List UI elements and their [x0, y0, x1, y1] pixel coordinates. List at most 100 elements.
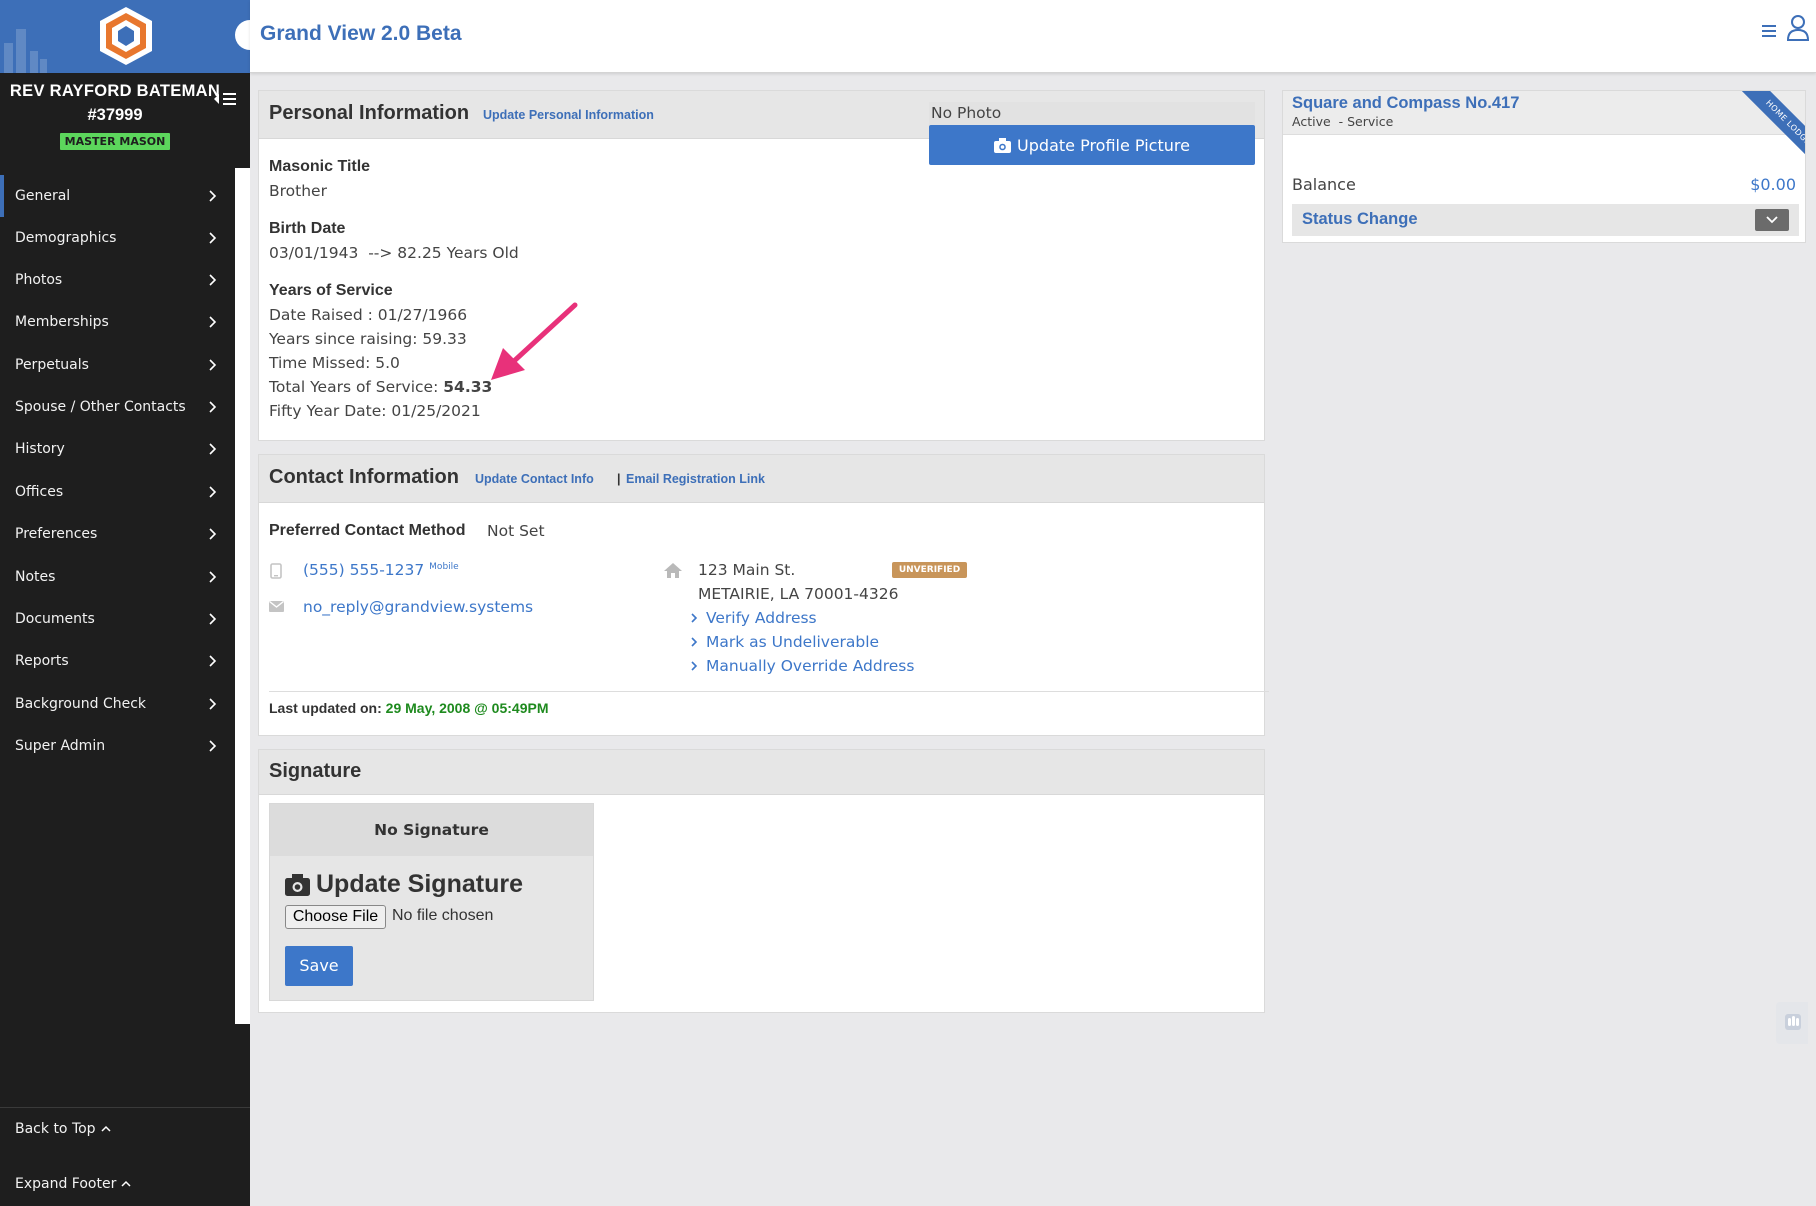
nav-item-history[interactable]: History	[0, 428, 235, 470]
nav-item-photos[interactable]: Photos	[0, 259, 235, 301]
update-contact-info-link[interactable]: Update Contact Info	[475, 472, 594, 486]
chevron-right-icon	[209, 528, 217, 540]
years-of-service-label: Years of Service	[269, 282, 393, 299]
chevron-right-icon	[209, 274, 217, 286]
panel-header: Signature	[259, 750, 1264, 795]
mark-undeliverable-link[interactable]: Mark as Undeliverable	[689, 633, 879, 651]
total-years-value: 54.33	[443, 378, 493, 396]
birth-date-label: Birth Date	[269, 220, 346, 237]
status-change-bar[interactable]: Status Change	[1292, 204, 1799, 236]
chevron-right-icon	[209, 316, 217, 328]
logo-icon[interactable]	[98, 5, 154, 67]
masonic-title-value: Brother	[269, 182, 327, 200]
verify-address-link[interactable]: Verify Address	[689, 609, 817, 627]
panel-title: Contact Information	[269, 466, 459, 488]
divider	[269, 691, 1269, 692]
birth-date-value: 03/01/1943 --> 82.25 Years Old	[269, 244, 519, 262]
nav-item-background-check[interactable]: Background Check	[0, 683, 235, 725]
nav-item-offices[interactable]: Offices	[0, 471, 235, 513]
nav-item-documents[interactable]: Documents	[0, 598, 235, 640]
nav-item-spouse-other-contacts[interactable]: Spouse / Other Contacts	[0, 386, 235, 428]
chevron-up-icon	[101, 1125, 111, 1132]
menu-icon[interactable]	[1760, 20, 1778, 42]
phone-number-link[interactable]: (555) 555-1237	[303, 561, 424, 579]
last-updated-value: 29 May, 2008 @ 05:49PM	[385, 700, 549, 716]
signature-panel: Signature No Signature Update Signature …	[258, 749, 1265, 1013]
user-number: #37999	[87, 106, 143, 124]
nav-item-general[interactable]: General	[0, 175, 235, 217]
nav-item-label: Photos	[15, 272, 63, 288]
last-updated-label: Last updated on:	[269, 700, 382, 716]
chevron-right-icon	[691, 613, 698, 623]
nav-item-label: Notes	[15, 569, 56, 585]
expand-footer-link[interactable]: Expand Footer	[15, 1176, 132, 1192]
app-title[interactable]: Grand View 2.0 Beta	[260, 22, 462, 46]
collapse-icon[interactable]	[212, 89, 242, 109]
expand-footer-label: Expand Footer	[15, 1176, 117, 1192]
manually-override-address-label: Manually Override Address	[706, 657, 915, 675]
link-separator: |	[617, 472, 621, 486]
mark-undeliverable-label: Mark as Undeliverable	[706, 633, 880, 651]
nav-item-perpetuals[interactable]: Perpetuals	[0, 344, 235, 386]
rank-badge: MASTER MASON	[60, 133, 170, 150]
nav-item-label: General	[15, 188, 71, 204]
nav-scrollbar-track	[235, 168, 250, 1024]
total-years-of-service: Total Years of Service: 54.33	[269, 378, 492, 396]
file-status: No file chosen	[392, 907, 494, 924]
signature-box: No Signature Update Signature Choose Fil…	[269, 803, 594, 1001]
nav-item-reports[interactable]: Reports	[0, 640, 235, 682]
chevron-right-icon	[209, 571, 217, 583]
update-profile-picture-button[interactable]: Update Profile Picture	[929, 125, 1255, 165]
hand-icon	[1785, 1014, 1801, 1030]
top-bar: Grand View 2.0 Beta	[250, 0, 1816, 73]
nav-item-label: History	[15, 441, 65, 457]
back-to-top-link[interactable]: Back to Top	[15, 1121, 112, 1137]
nav-item-super-admin[interactable]: Super Admin	[0, 725, 235, 767]
lodge-name-link[interactable]: Square and Compass No.417	[1292, 94, 1519, 113]
user-icon[interactable]	[1786, 14, 1810, 42]
help-widget-button[interactable]	[1776, 1002, 1808, 1044]
nav-item-label: Demographics	[15, 230, 117, 246]
no-signature-label: No Signature	[270, 804, 593, 856]
chevron-right-icon	[209, 232, 217, 244]
nav-item-label: Documents	[15, 611, 95, 627]
nav-panel: General Demographics Photos Memberships …	[0, 168, 250, 1024]
update-signature-title: Update Signature	[285, 870, 523, 899]
masonic-title-label: Masonic Title	[269, 158, 371, 175]
save-button[interactable]: Save	[285, 946, 353, 986]
date-raised: Date Raised : 01/27/1966	[269, 306, 468, 324]
annotation-arrow	[491, 302, 578, 380]
nav-item-notes[interactable]: Notes	[0, 556, 235, 598]
choose-file-button[interactable]: Choose File	[285, 905, 386, 929]
phone-number[interactable]: (555) 555-1237 Mobile	[303, 561, 459, 579]
nav-item-demographics[interactable]: Demographics	[0, 217, 235, 259]
email-registration-link[interactable]: Email Registration Link	[626, 472, 765, 486]
nav-item-memberships[interactable]: Memberships	[0, 301, 235, 343]
banner-skyline	[16, 29, 26, 73]
time-missed: Time Missed: 5.0	[269, 354, 400, 372]
nav-item-label: Spouse / Other Contacts	[15, 399, 186, 415]
balance-value[interactable]: $0.00	[1750, 175, 1796, 194]
update-profile-picture-label: Update Profile Picture	[1017, 135, 1190, 155]
nav-item-label: Super Admin	[15, 738, 106, 754]
nav-item-label: Background Check	[15, 696, 147, 712]
sidebar-divider	[0, 1107, 250, 1108]
phone-type: Mobile	[429, 561, 459, 572]
chevron-right-icon	[209, 655, 217, 667]
panel-title: Signature	[269, 760, 362, 782]
email-link[interactable]: no_reply@grandview.systems	[303, 598, 533, 616]
update-personal-info-link[interactable]: Update Personal Information	[483, 108, 654, 122]
panel-header: Contact Information Update Contact Info …	[259, 455, 1264, 503]
chevron-right-icon	[209, 359, 217, 371]
nav-item-preferences[interactable]: Preferences	[0, 513, 235, 555]
chevron-right-icon	[209, 698, 217, 710]
contact-info-panel: Contact Information Update Contact Info …	[258, 454, 1269, 736]
banner-skyline	[40, 59, 47, 73]
status-change-toggle[interactable]	[1755, 209, 1789, 231]
preferred-contact-label: Preferred Contact Method	[269, 522, 466, 539]
chevron-right-icon	[209, 486, 217, 498]
manually-override-address-link[interactable]: Manually Override Address	[689, 657, 914, 675]
back-to-top-label: Back to Top	[15, 1121, 96, 1137]
chevron-up-icon	[121, 1180, 131, 1187]
sidebar: REV RAYFORD BATEMAN #37999 MASTER MASON …	[0, 0, 250, 1206]
